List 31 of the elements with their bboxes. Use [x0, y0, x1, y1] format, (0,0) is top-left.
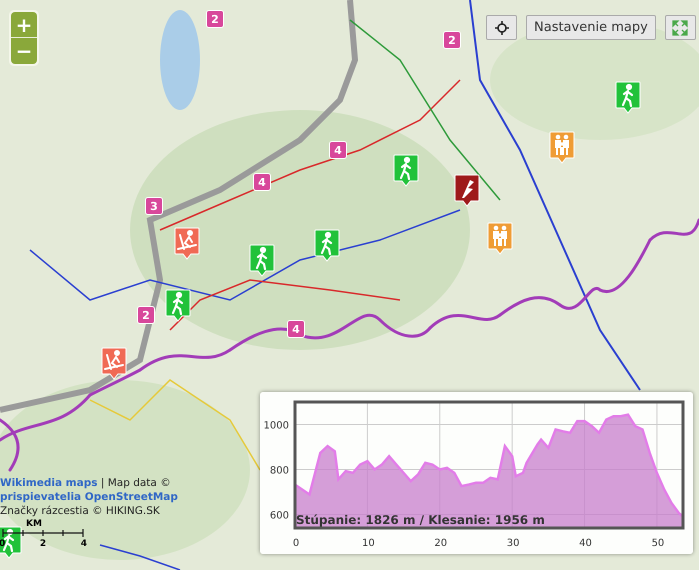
wikimedia-maps-link[interactable]: Wikimedia maps — [0, 477, 98, 489]
x-tick-label: 30 — [506, 538, 520, 549]
expand-icon — [672, 20, 688, 36]
x-tick-label: 0 — [292, 538, 300, 549]
numbered-marker[interactable]: 3 — [145, 197, 163, 215]
numbered-marker[interactable]: 4 — [287, 320, 305, 338]
y-tick-label: 600 — [270, 510, 289, 522]
scale-tick-label: 2 — [40, 539, 46, 549]
numbered-marker[interactable]: 4 — [253, 173, 271, 191]
openstreetmap-link[interactable]: prispievatelia OpenStreetMap — [0, 491, 178, 503]
zoom-out-button[interactable]: − — [11, 38, 37, 64]
numbered-marker[interactable]: 2 — [137, 306, 155, 324]
map-settings-button[interactable]: Nastavenie mapy — [526, 15, 656, 40]
numbered-marker[interactable]: 4 — [329, 141, 347, 159]
x-tick-label: 40 — [579, 538, 592, 549]
fullscreen-button[interactable] — [664, 15, 696, 40]
y-tick-label: 1000 — [264, 420, 289, 432]
climb-summary-text: Stúpanie: 1826 m / Klesanie: 1956 m — [296, 513, 545, 527]
y-tick-label: 800 — [270, 466, 289, 476]
scale-tick-label: 4 — [80, 539, 87, 549]
crosshair-icon — [494, 20, 508, 34]
scale-unit-label: KM — [26, 519, 42, 529]
locate-button[interactable] — [486, 15, 517, 40]
zoom-in-button[interactable]: + — [11, 12, 37, 38]
map-data-text: | Map data © — [100, 477, 171, 489]
numbered-marker[interactable]: 2 — [206, 10, 224, 28]
x-tick-label: 20 — [434, 538, 448, 549]
x-tick-label: 50 — [652, 538, 664, 549]
numbered-marker[interactable]: 2 — [443, 31, 461, 49]
x-tick-label: 10 — [362, 538, 375, 549]
signs-attribution-text: Značky rázcestia © HIKING.SK — [0, 505, 160, 517]
